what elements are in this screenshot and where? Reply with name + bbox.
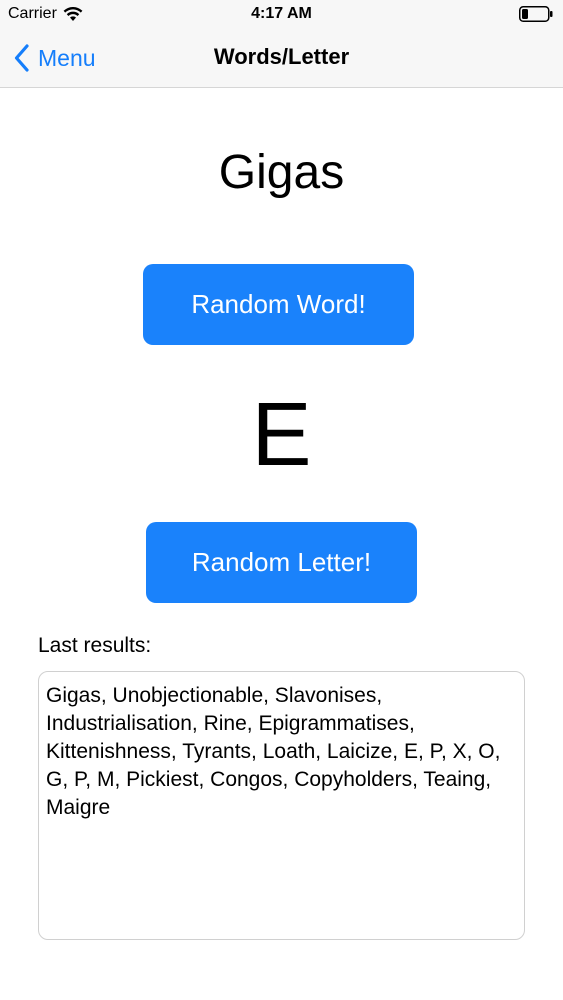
last-results-label: Last results:	[38, 634, 152, 657]
last-results-textview[interactable]: Gigas, Unobjectionable, Slavonises, Indu…	[38, 671, 525, 940]
random-letter-button[interactable]: Random Letter!	[146, 522, 417, 603]
battery-icon	[519, 6, 553, 22]
navigation-bar: Menu Words/Letter	[0, 30, 563, 88]
nav-title: Words/Letter	[213, 44, 350, 69]
status-time: 4:17 AM	[251, 5, 312, 22]
random-word-button[interactable]: Random Word!	[143, 264, 414, 345]
status-bar: Carrier 4:17 AM	[0, 0, 563, 30]
random-word-display: Gigas	[218, 146, 345, 199]
random-letter-display: E	[251, 385, 312, 485]
